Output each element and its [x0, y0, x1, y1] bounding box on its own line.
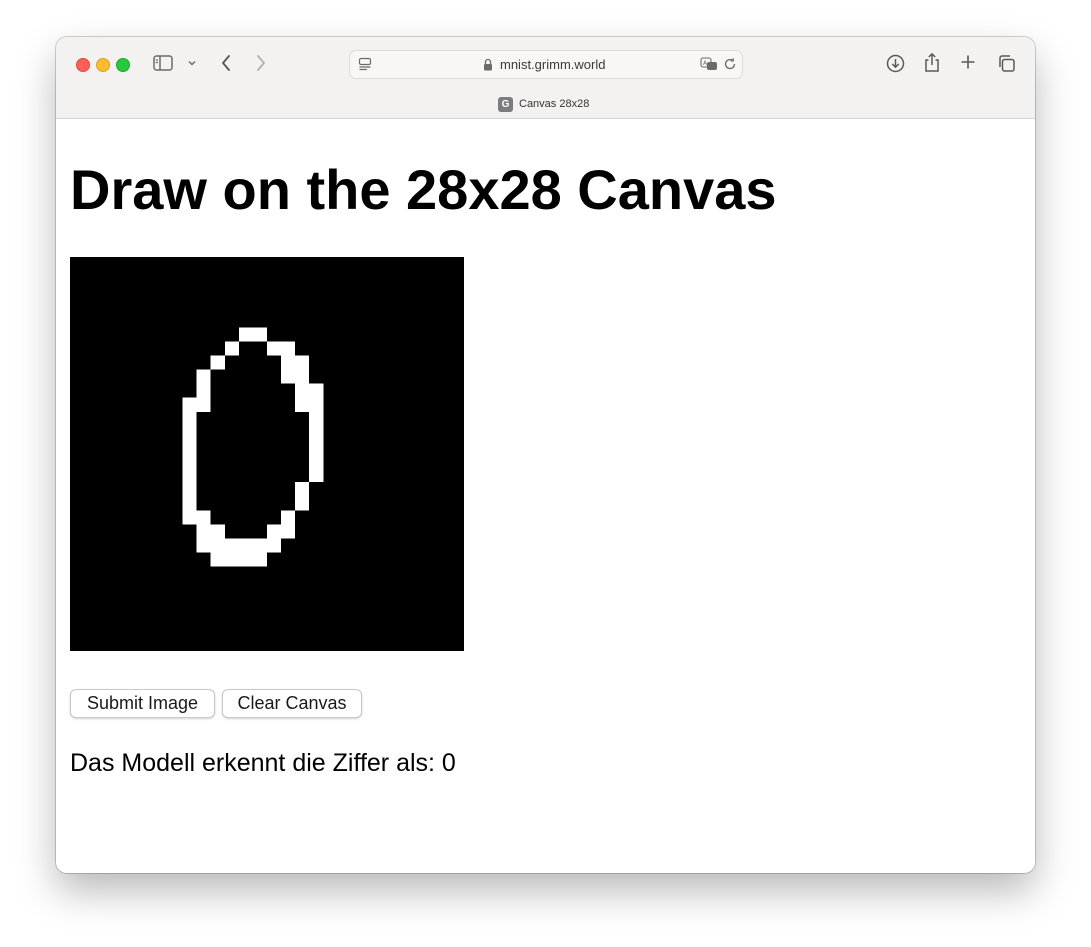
chevron-down-icon[interactable]: [186, 58, 198, 68]
canvas-pixel-run: [210, 552, 267, 567]
drawing-canvas[interactable]: [70, 257, 464, 651]
canvas-pixel-run: [295, 397, 324, 412]
canvas-pixel-run: [281, 510, 296, 525]
canvas-pixels[interactable]: [70, 257, 464, 651]
prediction-result: Das Modell erkennt die Ziffer als: 0: [70, 749, 456, 777]
canvas-pixel-run: [281, 355, 310, 370]
canvas-pixel-run: [196, 383, 211, 398]
close-window-button[interactable]: [76, 58, 90, 72]
canvas-pixel-run: [309, 454, 324, 469]
canvas-pixel-run: [224, 341, 239, 356]
canvas-pixel-run: [295, 482, 310, 497]
canvas-pixel-run: [210, 355, 225, 370]
canvas-pixel-run: [182, 425, 197, 440]
lock-icon: [482, 57, 494, 71]
canvas-pixel-run: [182, 439, 197, 454]
share-icon[interactable]: [922, 51, 942, 73]
canvas-pixel-run: [309, 411, 324, 426]
canvas-pixel-run: [182, 510, 211, 525]
minimize-window-button[interactable]: [96, 58, 110, 72]
browser-toolbar: mnist.grimm.world A G Canvas 28x28: [56, 37, 1035, 119]
canvas-pixel-run: [182, 496, 197, 511]
page-content: Draw on the 28x28 Canvas Submit Image Cl…: [56, 119, 1035, 873]
new-tab-icon[interactable]: [959, 53, 977, 71]
favicon: G: [498, 96, 513, 112]
submit-image-button[interactable]: Submit Image: [70, 689, 215, 718]
canvas-pixel-run: [196, 538, 282, 553]
canvas-pixel-run: [182, 411, 197, 426]
maximize-window-button[interactable]: [116, 58, 130, 72]
canvas-pixel-run: [182, 482, 197, 497]
forward-icon[interactable]: [252, 53, 270, 73]
reload-icon[interactable]: [722, 56, 738, 72]
tab-overview-icon[interactable]: [996, 53, 1016, 73]
canvas-pixel-run: [196, 369, 211, 384]
translate-icon[interactable]: A: [699, 56, 719, 72]
canvas-pixel-run: [295, 496, 310, 511]
canvas-pixel-run: [309, 425, 324, 440]
canvas-pixel-run: [182, 397, 211, 412]
sidebar-icon[interactable]: [152, 54, 174, 72]
page-title: Draw on the 28x28 Canvas: [70, 158, 777, 221]
active-tab[interactable]: G Canvas 28x28: [498, 96, 589, 112]
clear-canvas-button[interactable]: Clear Canvas: [222, 689, 362, 718]
canvas-pixel-run: [309, 439, 324, 454]
url-text[interactable]: mnist.grimm.world: [500, 57, 605, 72]
canvas-pixel-run: [182, 454, 197, 469]
canvas-pixel-run: [281, 369, 310, 384]
back-icon[interactable]: [217, 53, 235, 73]
canvas-pixel-run: [295, 383, 324, 398]
browser-window: mnist.grimm.world A G Canvas 28x28 Draw …: [56, 37, 1035, 873]
canvas-pixel-run: [238, 327, 267, 342]
canvas-pixel-run: [196, 524, 225, 539]
address-bar[interactable]: mnist.grimm.world A: [349, 50, 743, 79]
canvas-pixel-run: [267, 524, 296, 539]
canvas-pixel-run: [309, 468, 324, 483]
canvas-pixel-run: [182, 468, 197, 483]
page-menu-icon[interactable]: [357, 56, 373, 72]
canvas-pixel-run: [267, 341, 296, 356]
tab-title: Canvas 28x28: [519, 98, 590, 110]
download-icon[interactable]: [885, 53, 905, 73]
canvas-background: [70, 257, 464, 651]
